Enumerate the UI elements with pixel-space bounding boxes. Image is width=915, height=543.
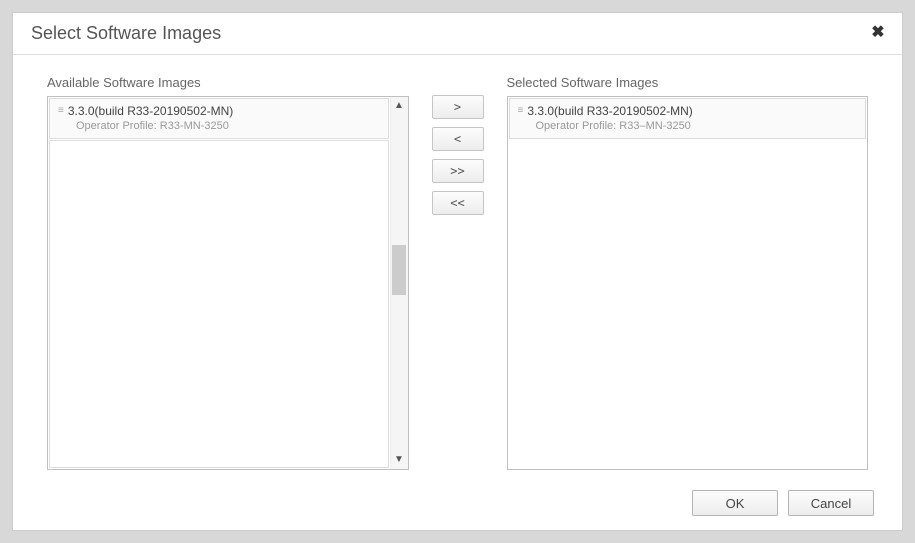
dialog-body: Available Software Images ≡ 3.3.0(build … [13,55,902,480]
cancel-button[interactable]: Cancel [788,490,874,516]
list-item-subtitle: Operator Profile: R33-MN-3250 [58,120,380,132]
available-label: Available Software Images [47,75,409,90]
profile-label: Operator Profile: [76,120,157,132]
available-empty-area [49,140,389,468]
list-item-title: 3.3.0(build R33-20190502-MN) [68,104,233,118]
available-column: Available Software Images ≡ 3.3.0(build … [47,75,409,470]
scroll-up-icon[interactable]: ▲ [391,99,408,113]
list-item[interactable]: ≡ 3.3.0(build R33-20190502-MN) Operator … [50,99,388,138]
list-item-subtitle: Operator Profile: R33–MN-3250 [518,120,858,132]
profile-value: R33-MN-3250 [160,120,229,132]
remove-button[interactable]: < [432,127,484,151]
selected-column: Selected Software Images ≡ 3.3.0(build R… [507,75,869,470]
remove-all-button[interactable]: << [432,191,484,215]
transfer-buttons: > < >> << [429,75,487,470]
list-item[interactable]: ≡ 3.3.0(build R33-20190502-MN) Operator … [510,99,866,138]
add-button[interactable]: > [432,95,484,119]
add-all-button[interactable]: >> [432,159,484,183]
scroll-down-icon[interactable]: ▼ [391,453,408,467]
close-icon[interactable]: ✖ [868,24,888,44]
scrollbar[interactable]: ▲ ▼ [390,97,408,469]
scroll-thumb[interactable] [392,245,406,295]
profile-label: Operator Profile: [536,120,617,132]
profile-value: R33–MN-3250 [619,120,691,132]
selected-listbox[interactable]: ≡ 3.3.0(build R33-20190502-MN) Operator … [507,96,869,470]
dialog-header: Select Software Images ✖ [13,13,902,55]
drag-handle-icon: ≡ [518,106,522,116]
ok-button[interactable]: OK [692,490,778,516]
dialog-footer: OK Cancel [13,480,902,530]
drag-handle-icon: ≡ [58,106,62,116]
dialog-title: Select Software Images [31,23,221,44]
available-listbox[interactable]: ≡ 3.3.0(build R33-20190502-MN) Operator … [47,96,409,470]
select-software-images-dialog: Select Software Images ✖ Available Softw… [12,12,903,531]
selected-label: Selected Software Images [507,75,869,90]
list-item-title: 3.3.0(build R33-20190502-MN) [527,104,692,118]
